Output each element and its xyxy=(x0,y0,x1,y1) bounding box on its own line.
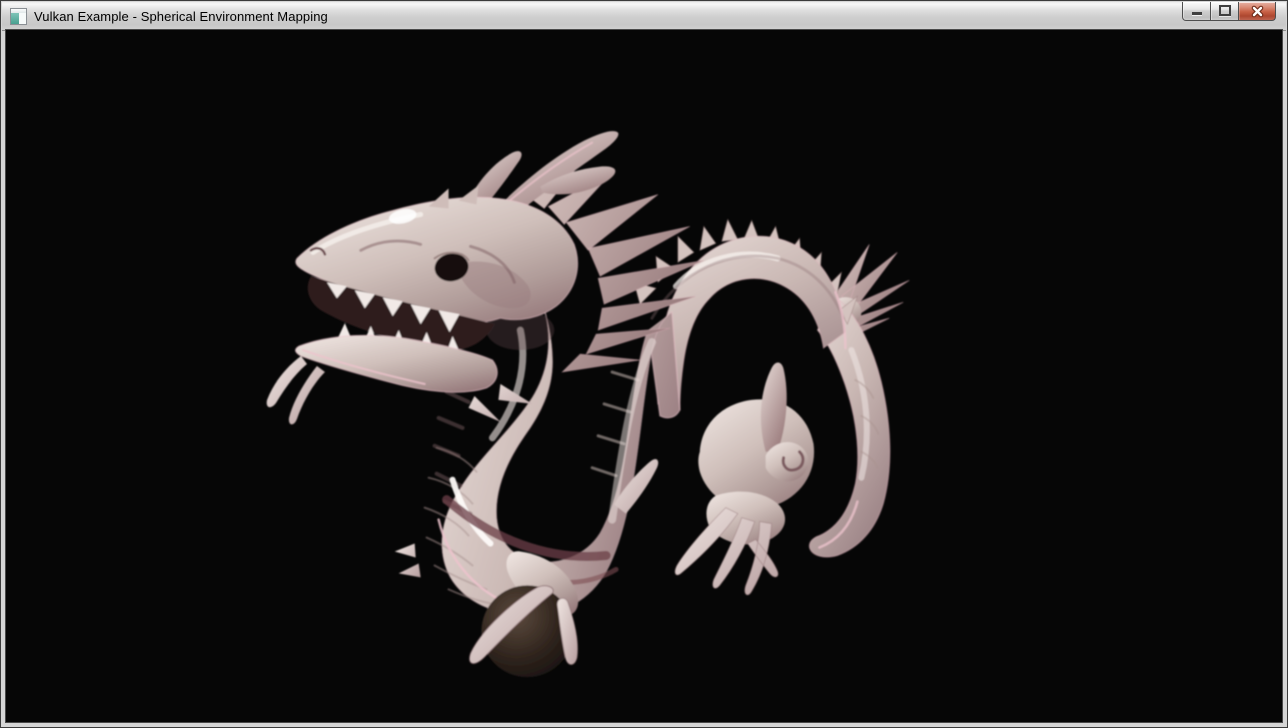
lower-jaw xyxy=(267,335,533,424)
dragon-render xyxy=(6,30,1282,722)
app-icon-body-part xyxy=(11,13,26,24)
app-icon-white-pane xyxy=(19,13,26,24)
maximize-button[interactable] xyxy=(1210,2,1239,21)
minimize-button[interactable] xyxy=(1182,2,1211,21)
back-arch xyxy=(652,236,845,410)
app-icon[interactable] xyxy=(10,8,27,25)
app-window: Vulkan Example - Spherical Environment M… xyxy=(0,0,1288,728)
dragon-figure xyxy=(267,131,910,677)
close-button[interactable] xyxy=(1238,2,1276,21)
window-controls xyxy=(1182,2,1276,21)
render-viewport[interactable] xyxy=(6,30,1282,722)
whiskers xyxy=(267,356,325,424)
minimize-icon xyxy=(1192,12,1202,15)
titlebar[interactable]: Vulkan Example - Spherical Environment M… xyxy=(2,2,1286,31)
app-icon-teal-pane xyxy=(11,13,19,24)
close-icon xyxy=(1251,5,1264,18)
maximize-icon xyxy=(1219,5,1231,16)
window-title: Vulkan Example - Spherical Environment M… xyxy=(34,9,328,24)
